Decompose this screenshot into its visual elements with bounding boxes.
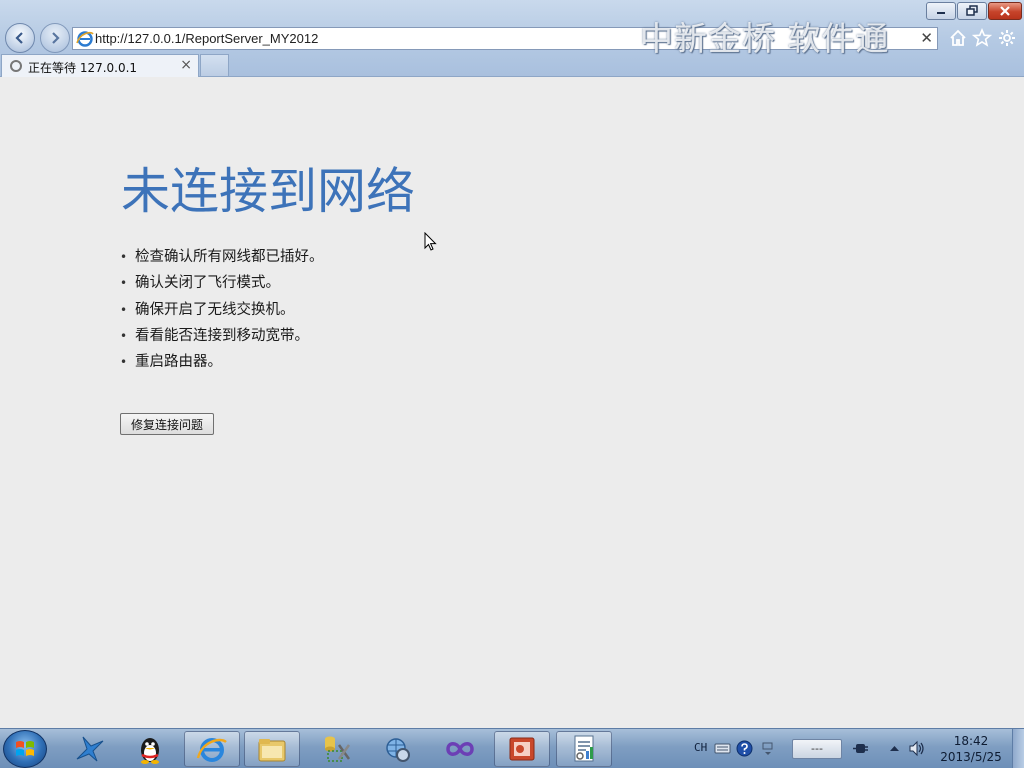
tip-text: 确认关闭了飞行模式。: [135, 275, 280, 292]
powerpoint-icon: [509, 737, 535, 761]
troubleshooting-list: • 检查确认所有网线都已插好。 • 确认关闭了飞行模式。 • 确保开启了无线交换机。 …: [120, 244, 324, 375]
loading-icon: [10, 60, 22, 72]
clock[interactable]: 18:42 2013/5/25: [936, 733, 1006, 765]
file-explorer-icon: [258, 739, 286, 762]
taskbar-app-internet-explorer[interactable]: [184, 731, 240, 767]
restore-button[interactable]: [957, 2, 987, 20]
show-hidden-icons-chevron-icon[interactable]: [886, 740, 903, 757]
keyboard-icon[interactable]: [714, 740, 731, 757]
taskbar-app-report-builder[interactable]: [556, 731, 612, 767]
taskbar-app-visual-studio[interactable]: [432, 731, 488, 767]
list-item: • 检查确认所有网线都已插好。: [120, 244, 324, 270]
internet-explorer-icon: [196, 738, 227, 762]
taskbar-app-search-globe[interactable]: [370, 731, 426, 767]
search-globe-icon: [386, 738, 410, 762]
system-tray: CH --- 18:42 2013/5/25: [686, 729, 1024, 768]
arrow-right-icon: [52, 32, 60, 44]
page-title: 未连接到网络: [121, 163, 416, 220]
bullet: •: [120, 250, 128, 264]
show-desktop-button[interactable]: [1012, 729, 1024, 768]
tip-text: 确保开启了无线交换机。: [135, 301, 295, 318]
home-icon[interactable]: [948, 28, 968, 48]
favorites-star-icon[interactable]: [972, 28, 992, 48]
start-button[interactable]: [3, 730, 47, 768]
visual-studio-infinity-icon: [446, 742, 474, 756]
bullet: •: [120, 276, 128, 291]
gear-icon[interactable]: [997, 28, 1017, 48]
mouse-cursor-icon: [424, 232, 437, 251]
address-bar[interactable]: ✕: [72, 27, 938, 50]
windows-logo-icon: [16, 741, 34, 756]
report-builder-icon: [574, 735, 594, 762]
address-input[interactable]: [95, 29, 695, 48]
bullet: •: [120, 328, 128, 343]
browser-tab[interactable]: 正在等待 127.0.0.1 ×: [1, 54, 199, 77]
clock-time: 18:42: [953, 734, 989, 748]
taskbar-app-file-explorer[interactable]: [244, 731, 300, 767]
ie-page-icon: [76, 31, 94, 47]
browser-chrome: ✕ 中新金桥 软件通 正在等待 127.0.0.1 ×: [0, 0, 1024, 77]
list-item: • 确认关闭了飞行模式。: [120, 270, 324, 296]
new-tab-button[interactable]: [200, 54, 229, 76]
taskbar: CH --- 18:42 2013/5/25: [0, 728, 1024, 768]
ime-options-icon[interactable]: [760, 740, 777, 757]
back-button[interactable]: [5, 23, 35, 53]
minimize-icon: [937, 12, 945, 14]
battery-status[interactable]: ---: [792, 739, 842, 759]
restore-icon: [966, 5, 978, 16]
taskbar-app-powerpoint[interactable]: [494, 731, 550, 767]
taskbar-app-qq[interactable]: [122, 731, 178, 767]
taskbar-app-bird[interactable]: [62, 731, 118, 767]
tab-title: 正在等待 127.0.0.1: [28, 61, 138, 75]
qq-penguin-icon: [141, 738, 159, 764]
power-plug-icon[interactable]: [852, 740, 869, 757]
stop-icon[interactable]: ✕: [920, 30, 933, 47]
bird-app-icon: [76, 736, 104, 762]
language-indicator[interactable]: CH: [694, 741, 707, 754]
minimize-button[interactable]: [926, 2, 956, 20]
close-icon: [1000, 6, 1010, 16]
bullet: •: [120, 355, 128, 370]
tip-text: 重启路由器。: [135, 354, 222, 371]
list-item: • 重启路由器。: [120, 349, 324, 375]
bullet: •: [120, 302, 128, 317]
taskbar-app-database-tools[interactable]: [308, 731, 364, 767]
forward-button[interactable]: [40, 23, 70, 53]
fix-connection-button[interactable]: 修复连接问题: [120, 413, 214, 435]
list-item: • 确保开启了无线交换机。: [120, 297, 324, 323]
volume-icon[interactable]: [908, 740, 925, 757]
tab-close-icon[interactable]: ×: [180, 57, 192, 73]
list-item: • 看看能否连接到移动宽带。: [120, 323, 324, 349]
help-icon[interactable]: [736, 740, 753, 757]
arrow-left-icon: [15, 32, 23, 44]
tip-text: 看看能否连接到移动宽带。: [135, 327, 309, 344]
close-window-button[interactable]: [988, 2, 1022, 20]
clock-date: 2013/5/25: [940, 750, 1002, 764]
tip-text: 检查确认所有网线都已插好。: [135, 249, 324, 265]
database-tools-icon: [325, 736, 351, 762]
